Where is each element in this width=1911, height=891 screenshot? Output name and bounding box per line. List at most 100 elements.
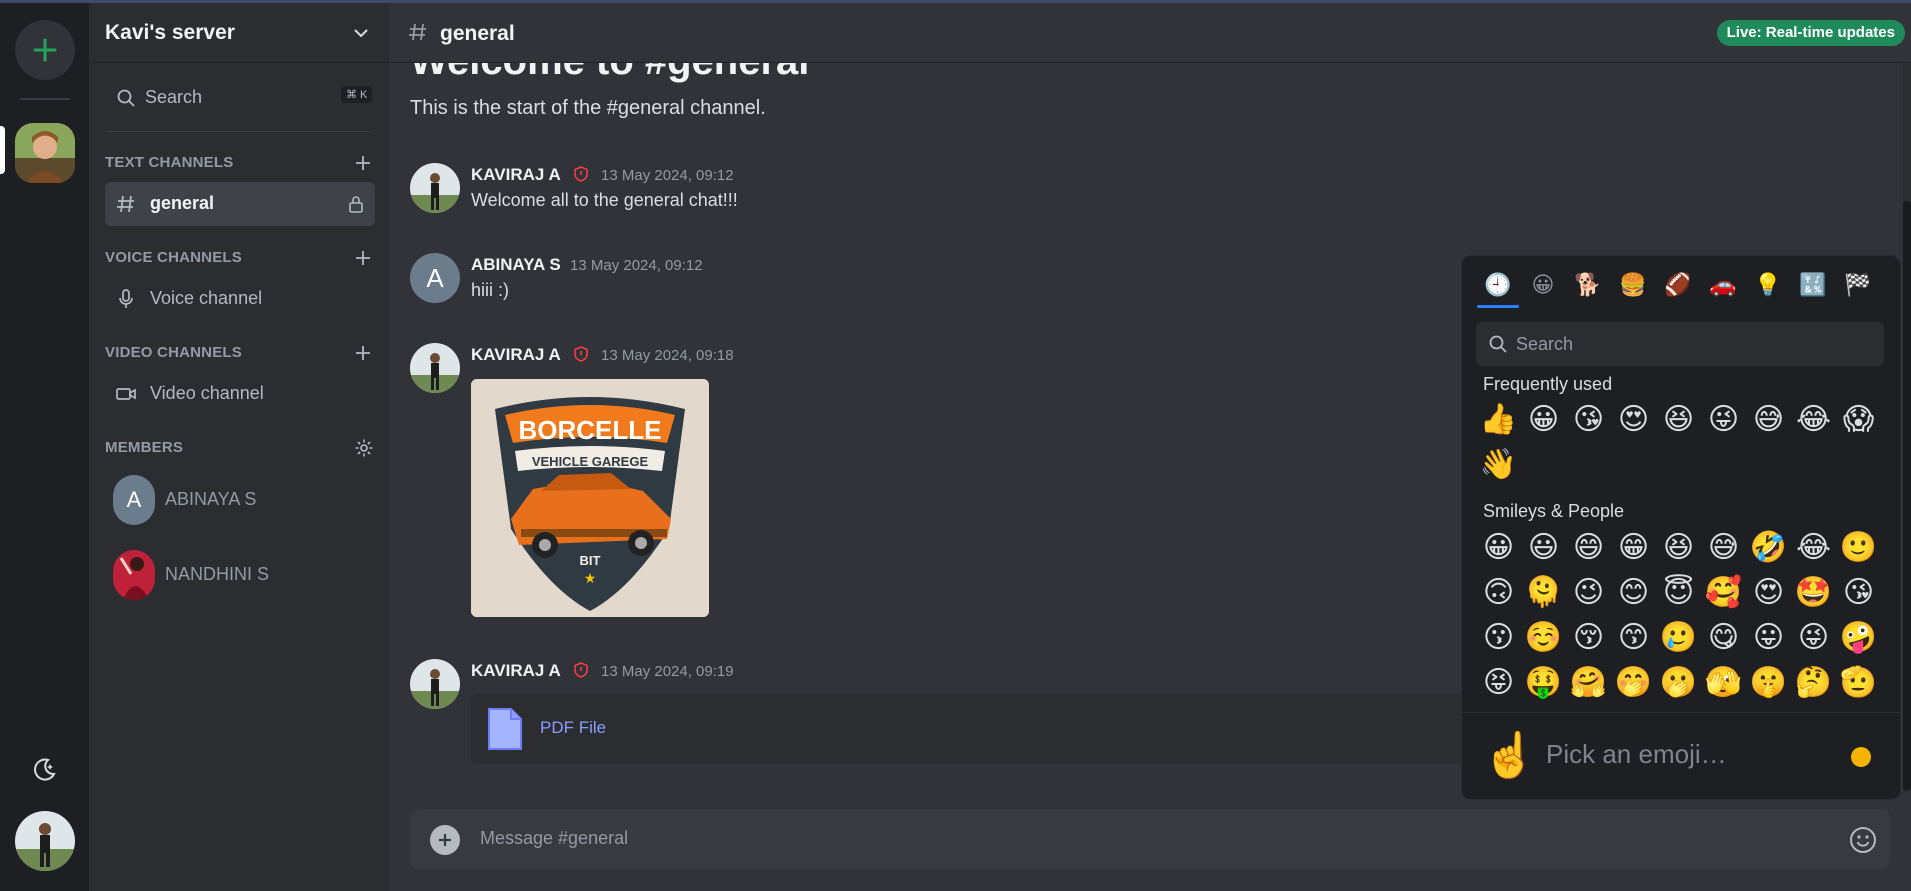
video-camera-icon xyxy=(116,388,136,400)
scrollbar-thumb[interactable] xyxy=(1903,201,1911,791)
emoji-smile-icon[interactable] xyxy=(1848,825,1878,855)
emoji-button[interactable]: 🥰 xyxy=(1701,570,1746,615)
emoji-button[interactable]: 😂 xyxy=(1791,525,1836,570)
emoji-button[interactable]: 🤗 xyxy=(1566,660,1611,705)
category-smileys-icon[interactable]: 😀 xyxy=(1527,269,1559,301)
emoji-button[interactable]: 🤫 xyxy=(1746,660,1791,705)
author-name[interactable]: KAVIRAJ A xyxy=(471,345,561,365)
member-avatar: A xyxy=(113,475,155,525)
image-attachment[interactable]: BORCELLE VEHICLE GAREGE BIT ★ xyxy=(471,379,709,617)
message-input[interactable]: Message #general xyxy=(480,828,628,849)
search-shortcut: ⌘ K xyxy=(341,86,373,103)
emoji-button[interactable]: 🤑 xyxy=(1521,660,1566,705)
emoji-button[interactable]: 😂 xyxy=(1791,397,1836,442)
file-link[interactable]: PDF File xyxy=(540,718,606,738)
category-travel-icon[interactable]: 🚗 xyxy=(1707,269,1739,301)
channel-sidebar: Kavi's server Search ⌘ K TEXT CHANNELS g… xyxy=(89,3,389,891)
emoji-button[interactable]: 🫠 xyxy=(1521,570,1566,615)
emoji-button[interactable]: 🫣 xyxy=(1701,660,1746,705)
emoji-button[interactable]: 😚 xyxy=(1566,615,1611,660)
emoji-button[interactable]: 🤪 xyxy=(1836,615,1881,660)
emoji-button[interactable]: 😀 xyxy=(1521,397,1566,442)
emoji-button[interactable]: 😇 xyxy=(1656,570,1701,615)
emoji-button[interactable]: 😘 xyxy=(1836,570,1881,615)
emoji-button[interactable]: 👋 xyxy=(1476,442,1521,487)
emoji-button[interactable]: 😃 xyxy=(1521,525,1566,570)
theme-toggle-moon-icon[interactable] xyxy=(30,755,58,783)
category-recent-icon[interactable]: 🕘 xyxy=(1482,269,1514,301)
author-name[interactable]: KAVIRAJ A xyxy=(471,165,561,185)
channel-voice[interactable]: Voice channel xyxy=(105,277,375,321)
emoji-button[interactable]: 😜 xyxy=(1701,397,1746,442)
chat-scrollbar[interactable] xyxy=(1903,61,1911,791)
emoji-button[interactable]: 😀 xyxy=(1476,525,1521,570)
file-icon xyxy=(488,708,522,750)
emoji-button[interactable]: 😁 xyxy=(1611,525,1656,570)
emoji-button[interactable]: 😗 xyxy=(1476,615,1521,660)
emoji-button[interactable]: 😱 xyxy=(1836,397,1881,442)
add-voice-channel-plus-icon[interactable] xyxy=(354,249,372,267)
channel-general[interactable]: general xyxy=(105,182,375,226)
members-title: MEMBERS xyxy=(105,439,184,456)
author-name[interactable]: ABINAYA S xyxy=(471,255,561,275)
plus-icon xyxy=(439,834,451,846)
emoji-button[interactable]: 🙂 xyxy=(1836,525,1881,570)
emoji-button[interactable]: 🤣 xyxy=(1746,525,1791,570)
smileys-grid: 😀 😃 😄 😁 😆 😅 🤣 😂 🙂 🙃 🫠 😉 😊 😇 🥰 😍 🤩 😘 😗 ☺️ 😚 😙 🥲 😋 😛 😜 🤪 😝 🤑 🤗 🤭 🫢 🫣 🤫 🤔 🫡 xyxy=(1476,525,1881,705)
user-avatar[interactable] xyxy=(15,811,75,871)
emoji-button[interactable]: 👍 xyxy=(1476,397,1521,442)
author-avatar[interactable] xyxy=(410,343,460,393)
member-item[interactable]: NANDHINI S xyxy=(113,550,373,600)
emoji-button[interactable]: 😊 xyxy=(1611,570,1656,615)
add-video-channel-plus-icon[interactable] xyxy=(354,344,372,362)
skin-tone-selector[interactable] xyxy=(1851,747,1871,767)
emoji-button[interactable]: 😙 xyxy=(1611,615,1656,660)
member-item[interactable]: A ABINAYA S xyxy=(113,475,373,525)
emoji-button[interactable]: ☺️ xyxy=(1521,615,1566,660)
category-animals-icon[interactable]: 🐕 xyxy=(1572,269,1604,301)
search-button[interactable]: Search ⌘ K xyxy=(104,76,374,118)
emoji-button[interactable]: 😜 xyxy=(1791,615,1836,660)
emoji-search-input[interactable]: Search xyxy=(1476,322,1884,366)
add-text-channel-plus-icon[interactable] xyxy=(354,154,372,172)
server-name: Kavi's server xyxy=(105,21,235,44)
emoji-button[interactable]: 🫡 xyxy=(1836,660,1881,705)
emoji-button[interactable]: 😅 xyxy=(1701,525,1746,570)
emoji-button[interactable]: 🥲 xyxy=(1656,615,1701,660)
add-server-button[interactable] xyxy=(15,20,75,80)
emoji-button[interactable]: 😉 xyxy=(1566,570,1611,615)
preview-text: Pick an emoji… xyxy=(1546,739,1727,769)
emoji-button[interactable]: 😅 xyxy=(1746,397,1791,442)
emoji-button[interactable]: 😍 xyxy=(1611,397,1656,442)
emoji-button[interactable]: 😍 xyxy=(1746,570,1791,615)
author-avatar[interactable] xyxy=(410,659,460,709)
author-name[interactable]: KAVIRAJ A xyxy=(471,661,561,681)
channel-video[interactable]: Video channel xyxy=(105,372,375,416)
emoji-button[interactable]: 😆 xyxy=(1656,525,1701,570)
author-avatar[interactable] xyxy=(410,163,460,213)
emoji-button[interactable]: 🤭 xyxy=(1611,660,1656,705)
emoji-button[interactable]: 😋 xyxy=(1701,615,1746,660)
emoji-button[interactable]: 😆 xyxy=(1656,397,1701,442)
channel-header: general Live: Real-time updates xyxy=(389,3,1911,63)
emoji-button[interactable]: 🙃 xyxy=(1476,570,1521,615)
channel-label: Voice channel xyxy=(150,288,263,308)
category-food-icon[interactable]: 🍔 xyxy=(1617,269,1649,301)
emoji-button[interactable]: 😝 xyxy=(1476,660,1521,705)
emoji-button[interactable]: 🤩 xyxy=(1791,570,1836,615)
emoji-button[interactable]: 😛 xyxy=(1746,615,1791,660)
category-symbols-icon[interactable]: 🔣 xyxy=(1797,269,1829,301)
author-avatar[interactable]: A xyxy=(410,253,460,303)
emoji-button[interactable]: 😄 xyxy=(1566,525,1611,570)
moderator-shield-icon xyxy=(574,662,588,678)
server-header[interactable]: Kavi's server xyxy=(89,3,389,63)
category-objects-icon[interactable]: 💡 xyxy=(1752,269,1784,301)
category-activities-icon[interactable]: 🏈 xyxy=(1662,269,1694,301)
add-attachment-button[interactable] xyxy=(430,825,460,855)
server-icon[interactable] xyxy=(15,123,75,183)
emoji-button[interactable]: 🤔 xyxy=(1791,660,1836,705)
gear-icon[interactable] xyxy=(354,438,374,458)
category-flags-icon[interactable]: 🏁 xyxy=(1842,269,1874,301)
emoji-button[interactable]: 😘 xyxy=(1566,397,1611,442)
emoji-button[interactable]: 🫢 xyxy=(1656,660,1701,705)
